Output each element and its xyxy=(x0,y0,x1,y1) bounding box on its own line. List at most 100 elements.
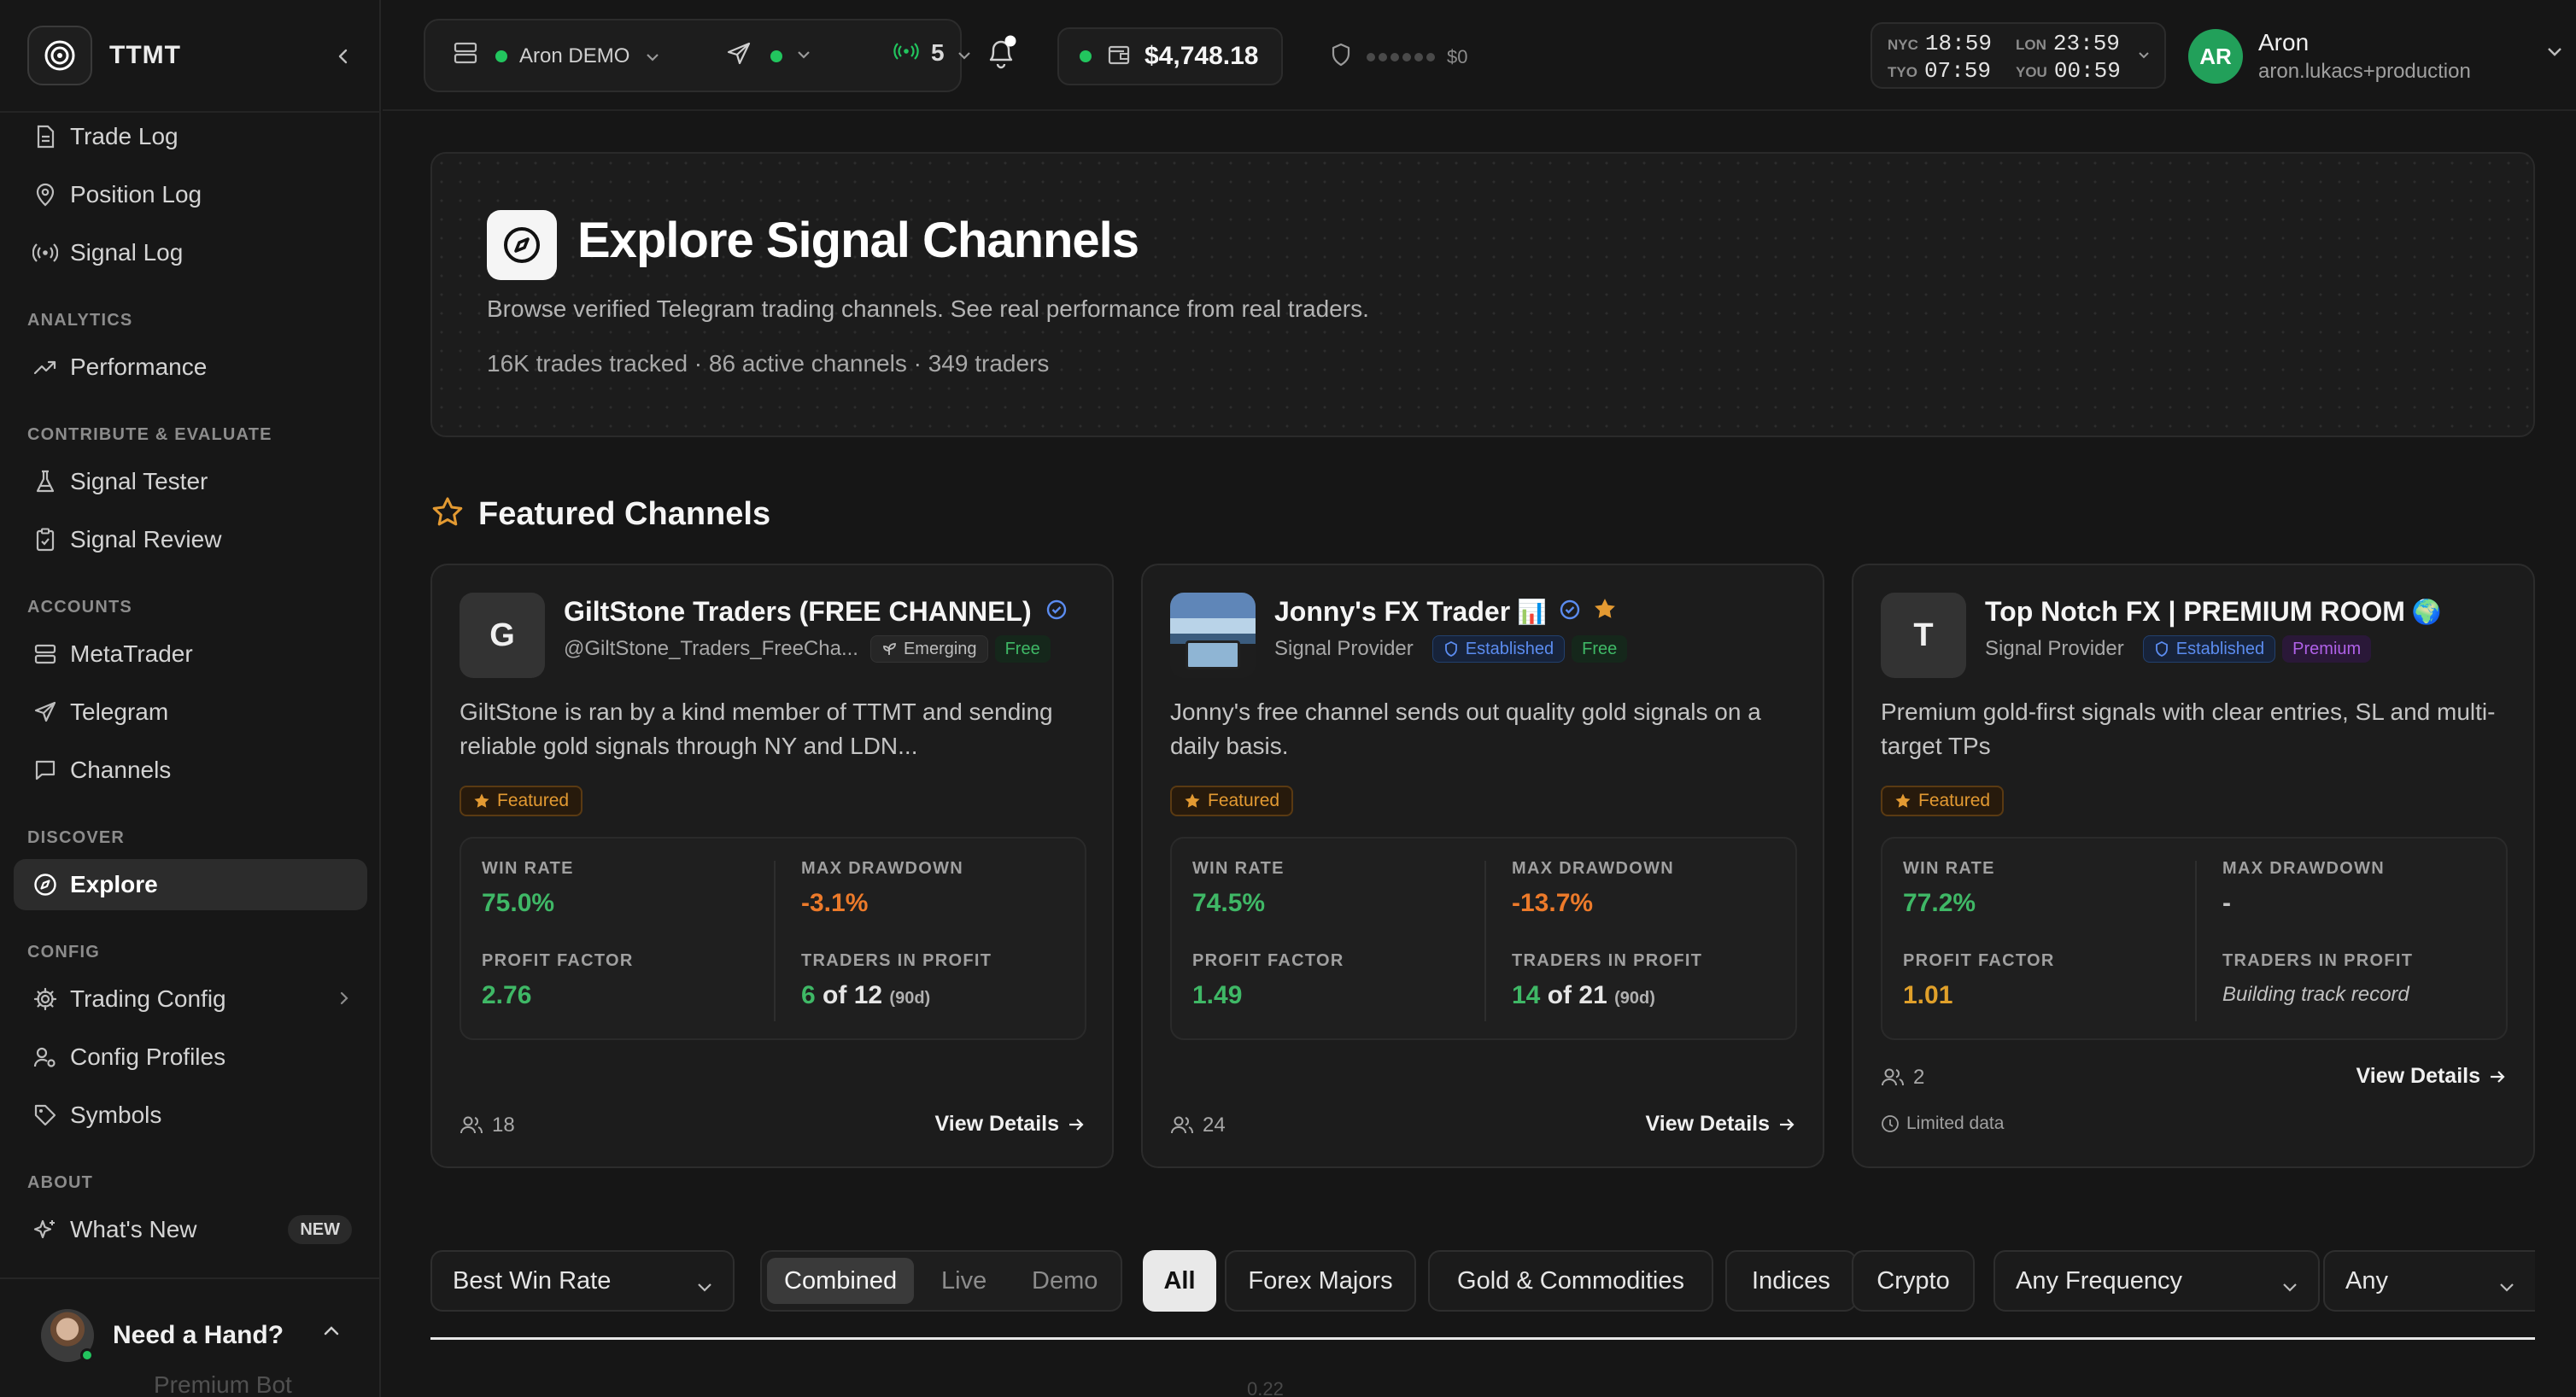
stat-profit-factor: PROFIT FACTOR 2.76 xyxy=(482,951,634,1010)
tier-badge: Emerging xyxy=(869,635,988,663)
price-badge: Free xyxy=(1572,635,1628,663)
sidebar-item-performance[interactable]: Performance xyxy=(14,342,367,393)
channel-handle: Signal Provider xyxy=(1985,637,2124,660)
channel-description: GiltStone is ran by a kind member of TTM… xyxy=(460,698,1053,759)
stat-max-drawdown: MAX DRAWDOWN -3.1% xyxy=(801,859,963,918)
sidebar-item-metatrader[interactable]: MetaTrader xyxy=(14,628,367,680)
stat-label: PROFIT FACTOR xyxy=(1192,951,1344,970)
view-details-link[interactable]: View Details xyxy=(2356,1064,2506,1089)
map-pin-icon xyxy=(31,180,60,209)
section-accounts: ACCOUNTS xyxy=(27,598,132,617)
frequency-select[interactable]: Any Frequency xyxy=(1993,1250,2320,1312)
mode-live[interactable]: Live xyxy=(941,1258,986,1304)
telegram-status-dot xyxy=(770,50,782,62)
channel-card[interactable]: Jonny's FX Trader 📊 Signal Provider Esta… xyxy=(1141,564,1824,1168)
brand[interactable]: TTMT xyxy=(27,26,369,85)
account-selector[interactable]: Aron DEMO xyxy=(453,41,660,71)
clock-label: LON xyxy=(2016,37,2046,53)
stat-traders-in-profit: TRADERS IN PROFIT 14 of 21 (90d) xyxy=(1512,951,1702,1010)
extra-filter-select[interactable]: Any xyxy=(2323,1250,2535,1312)
notifications-bell-icon[interactable] xyxy=(984,34,1018,76)
stat-profit-factor: PROFIT FACTOR 1.49 xyxy=(1192,951,1344,1010)
broadcast-icon xyxy=(893,39,919,67)
user-email: aron.lukacs+production xyxy=(2258,60,2471,83)
telegram-status[interactable] xyxy=(726,41,811,71)
sidebar-item-trade-log[interactable]: Trade Log xyxy=(14,111,367,162)
sidebar-item-label: Signal Review xyxy=(70,526,222,552)
mode-combined[interactable]: Combined xyxy=(767,1258,915,1304)
help-button[interactable]: Need a Hand? xyxy=(14,1295,367,1377)
view-details-link[interactable]: View Details xyxy=(935,1112,1085,1137)
sidebar-item-signal-log[interactable]: Signal Log xyxy=(14,227,367,278)
sidebar-item-whats-new[interactable]: What's New NEW xyxy=(14,1204,367,1255)
sidebar-item-label: Signal Tester xyxy=(70,468,208,494)
sidebar-item-explore[interactable]: Explore xyxy=(14,859,367,910)
chevron-down-icon xyxy=(2545,46,2564,62)
channel-handle: Signal Provider xyxy=(1274,637,1414,660)
sort-select[interactable]: Best Win Rate xyxy=(430,1250,735,1312)
sidebar-item-position-log[interactable]: Position Log xyxy=(14,169,367,220)
user-menu[interactable]: AR Aron aron.lukacs+production xyxy=(2188,26,2564,87)
featured-heading: Featured Channels xyxy=(430,495,770,534)
traders-total-count: 12 xyxy=(853,981,883,1009)
chevron-down-icon xyxy=(2137,50,2151,65)
stat-traders-in-profit: TRADERS IN PROFIT 6 of 12 (90d) xyxy=(801,951,992,1010)
shield-icon xyxy=(1331,43,1351,72)
category-chip-gold-commodities[interactable]: Gold & Commodities xyxy=(1428,1250,1713,1312)
balance-value: $4,748.18 xyxy=(1145,42,1259,70)
stat-label: WIN RATE xyxy=(1192,859,1285,878)
user-name: Aron xyxy=(2258,29,2310,56)
featured-badge: Featured xyxy=(1881,786,2005,816)
category-chip-forex-majors[interactable]: Forex Majors xyxy=(1225,1250,1416,1312)
online-status-dot xyxy=(80,1348,94,1362)
sidebar-item-channels[interactable]: Channels xyxy=(14,745,367,796)
collapse-sidebar-icon[interactable] xyxy=(326,39,360,73)
risk-level-dots xyxy=(1367,53,1435,61)
category-chip-crypto[interactable]: Crypto xyxy=(1852,1250,1975,1312)
balance-display[interactable]: $4,748.18 xyxy=(1057,27,1283,85)
channel-stats: WIN RATE 75.0% MAX DRAWDOWN -3.1% PROFIT F… xyxy=(460,837,1086,1040)
risk-meter[interactable]: $0 xyxy=(1331,43,1467,72)
channel-avatar: T xyxy=(1881,593,1966,678)
world-clock[interactable]: NYC 18:59 LON 23:59 TYO 07:59 YOU 00:59 xyxy=(1871,22,2166,89)
balance-status-dot xyxy=(1080,50,1092,62)
channel-stats: WIN RATE 74.5% MAX DRAWDOWN -13.7% PROFIT … xyxy=(1170,837,1797,1040)
sidebar-item-config-profiles[interactable]: Config Profiles xyxy=(14,1032,367,1083)
account-status-dot xyxy=(495,50,507,62)
sidebar-item-signal-tester[interactable]: Signal Tester xyxy=(14,456,367,507)
signal-count-selector[interactable]: 5 xyxy=(893,39,972,67)
brand-logo-icon xyxy=(27,26,92,85)
view-details-label: View Details xyxy=(934,1112,1059,1136)
section-about: ABOUT xyxy=(27,1173,94,1192)
sidebar-item-label: Performance xyxy=(70,354,208,380)
category-chip-indices[interactable]: Indices xyxy=(1725,1250,1857,1312)
channel-name: Top Notch FX | PREMIUM ROOM xyxy=(1985,596,2405,627)
sidebar-item-trading-config[interactable]: Trading Config xyxy=(14,973,367,1025)
sidebar-item-label: What's New xyxy=(70,1216,197,1242)
sidebar-item-telegram[interactable]: Telegram xyxy=(14,687,367,738)
trend-up-icon xyxy=(31,353,60,382)
mode-toggle: Combined Live Demo xyxy=(760,1250,1122,1312)
view-details-link[interactable]: View Details xyxy=(1646,1112,1795,1137)
channel-card[interactable]: G GiltStone Traders (FREE CHANNEL) @Gilt… xyxy=(430,564,1114,1168)
help-label: Need a Hand? xyxy=(113,1321,284,1349)
arrow-right-icon xyxy=(1069,1118,1084,1131)
sidebar-item-signal-review[interactable]: Signal Review xyxy=(14,514,367,565)
member-count-value: 18 xyxy=(492,1114,515,1137)
top-bar: Aron DEMO 5 $4,748.18 $0 NYC 18:59 LON 23:… xyxy=(383,0,2576,111)
sidebar: TTMT Trade Log Position Log Signal Log A… xyxy=(0,0,381,1397)
page-subtitle: Browse verified Telegram trading channel… xyxy=(487,295,1369,322)
file-text-icon xyxy=(31,122,60,151)
channel-card[interactable]: T Top Notch FX | PREMIUM ROOM 🌍 Signal P… xyxy=(1852,564,2535,1168)
category-chip-all[interactable]: All xyxy=(1143,1250,1216,1312)
sidebar-item-symbols[interactable]: Symbols xyxy=(14,1090,367,1141)
channel-name: GiltStone Traders (FREE CHANNEL) xyxy=(564,596,1032,627)
star-icon xyxy=(1895,793,1911,808)
star-outline-icon xyxy=(430,495,465,534)
mode-demo[interactable]: Demo xyxy=(1032,1258,1098,1304)
clock-time: 23:59 xyxy=(2052,31,2120,56)
users-icon xyxy=(460,1116,483,1134)
explore-hero: Explore Signal Channels Browse verified … xyxy=(430,152,2535,437)
risk-value: $0 xyxy=(1447,46,1468,67)
users-icon xyxy=(1882,1068,1904,1086)
